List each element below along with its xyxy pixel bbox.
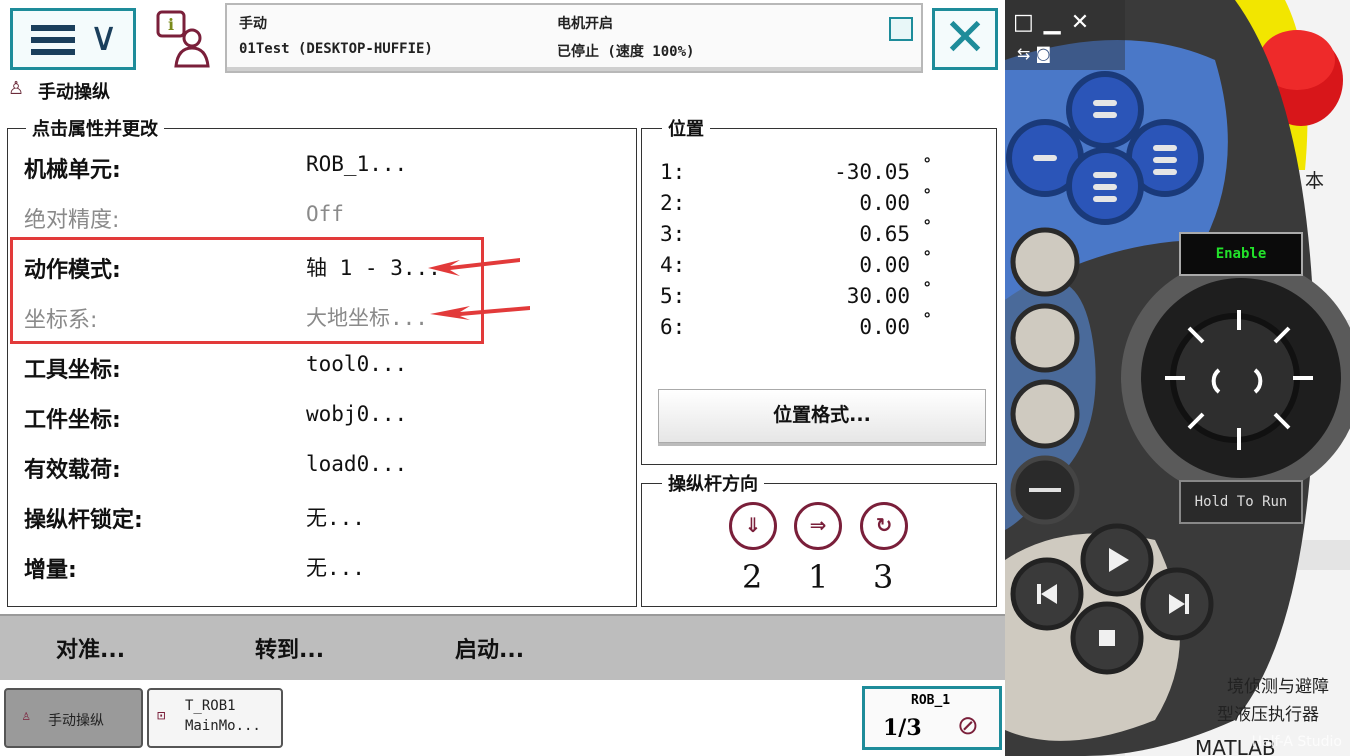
position-row: 5: 30.00 ° <box>660 278 940 314</box>
axis-value: 0.00 <box>859 315 910 339</box>
enable-button[interactable]: Enable <box>1179 232 1303 276</box>
absolute-accuracy-row: 绝对精度: Off <box>24 202 614 242</box>
annotation-arrows <box>428 258 530 320</box>
command-bar: 对准... 转到... 启动... <box>0 614 1005 680</box>
increment-row[interactable]: 增量: 无... <box>24 552 614 592</box>
program-icon: ⊡ <box>157 708 166 724</box>
motor-status-icon <box>889 17 913 41</box>
task-module: MainMo... <box>185 718 261 734</box>
direction-label: 3 <box>873 558 894 596</box>
prop-label: 工具坐标: <box>24 358 121 383</box>
flexpendant-screen: ∨ i 手动 01Test (DESKTOP-HUFFIE) 电机开启 已停止 … <box>0 0 1005 756</box>
degree-unit: ° <box>922 185 932 204</box>
axis-label: 4: <box>660 253 686 277</box>
background-text: 本 <box>1305 170 1325 192</box>
prop-label: 绝对精度: <box>24 208 120 233</box>
prop-label: 有效载荷: <box>24 458 121 483</box>
prop-value: tool0... <box>306 352 408 376</box>
mechanical-unit-row[interactable]: 机械单元: ROB_1... <box>24 152 614 192</box>
chevron-down-icon: ∨ <box>89 14 119 60</box>
highlight-box <box>10 237 484 344</box>
mech-unit-label: ROB_1 <box>911 693 951 708</box>
screen: { "header": { "mode": "手动", "controller"… <box>0 0 1350 756</box>
svg-text:i: i <box>168 15 174 34</box>
axis-value: -30.05 <box>834 160 910 184</box>
run-state: 已停止 (速度 100%) <box>557 44 695 60</box>
task-tab[interactable]: ⊡ T_ROB1 MainMo... <box>147 688 283 748</box>
close-button[interactable]: ✕ <box>932 8 998 70</box>
app-title: 手动操纵 <box>38 82 110 103</box>
work-object-row[interactable]: 工件坐标: wobj0... <box>24 402 614 442</box>
prop-value: ROB_1... <box>306 152 408 176</box>
degree-unit: ° <box>922 216 932 235</box>
prop-value: 无... <box>306 506 365 530</box>
jogging-tab[interactable]: ♙ 手动操纵 <box>4 688 143 748</box>
quickset-button[interactable]: ROB_1 1/3 ⊘ <box>862 686 1002 750</box>
increment-off-icon: ⊘ <box>957 711 979 741</box>
hold-to-run-button[interactable]: Hold To Run <box>1179 480 1303 524</box>
hamburger-icon <box>31 25 75 55</box>
payload-row[interactable]: 有效载荷: load0... <box>24 452 614 492</box>
controller-name: 01Test (DESKTOP-HUFFIE) <box>239 41 433 57</box>
prop-value: load0... <box>306 452 408 476</box>
prop-label: 操纵杆锁定: <box>24 508 143 533</box>
watermark: Half-A Studio <box>1251 734 1342 750</box>
position-legend: 位置 <box>662 115 710 141</box>
speed-fraction: 1/3 <box>883 715 922 741</box>
prop-label: 工件坐标: <box>24 408 121 433</box>
position-row: 6: 0.00 ° <box>660 309 940 345</box>
operating-mode: 手动 <box>239 16 267 32</box>
direction-label: 2 <box>742 558 763 596</box>
degree-unit: ° <box>922 309 932 328</box>
background-text: 型液压执行器 <box>1217 705 1319 725</box>
prop-value: wobj0... <box>306 402 408 426</box>
tab-label: 手动操纵 <box>48 713 104 729</box>
joystick-direction-legend: 操纵杆方向 <box>662 470 764 496</box>
axis-value: 0.00 <box>859 253 910 277</box>
prop-label: 增量: <box>24 558 77 583</box>
joystick-rotate-icon: ↻ <box>860 502 908 550</box>
abb-menu-button[interactable]: ∨ <box>10 8 136 70</box>
jogging-icon: ♙ <box>8 78 25 99</box>
tool-frame-row[interactable]: 工具坐标: tool0... <box>24 352 614 392</box>
joystick-down-icon: ⇓ <box>729 502 777 550</box>
window-controls-icon[interactable]: □▁✕ <box>1013 10 1099 35</box>
position-row: 3: 0.65 ° <box>660 216 940 252</box>
position-row: 4: 0.00 ° <box>660 247 940 283</box>
properties-legend: 点击属性并更改 <box>26 115 164 141</box>
prop-value: Off <box>306 202 344 226</box>
goto-button[interactable]: 转到... <box>255 632 324 664</box>
task-name: T_ROB1 <box>185 698 236 714</box>
axis-value: 30.00 <box>846 284 910 308</box>
axis-label: 5: <box>660 284 686 308</box>
degree-unit: ° <box>922 154 932 173</box>
status-bar[interactable]: 手动 01Test (DESKTOP-HUFFIE) 电机开启 已停止 (速度 … <box>225 3 923 73</box>
virtual-pendant-body: □▁✕ ⇆ ◙ Enable Hold To Run 本 境侦测与避障 型液压执… <box>1005 0 1350 756</box>
position-row: 2: 0.00 ° <box>660 185 940 221</box>
align-button[interactable]: 对准... <box>56 632 125 664</box>
axis-value: 0.65 <box>859 222 910 246</box>
task-bar: ♙ 手动操纵 ⊡ T_ROB1 MainMo... <box>0 680 1005 756</box>
motor-state: 电机开启 <box>557 16 613 32</box>
position-row: 1: -30.05 ° <box>660 154 940 190</box>
joystick-right-icon: ⇒ <box>794 502 842 550</box>
start-button[interactable]: 启动... <box>455 632 524 664</box>
joystick-lock-row[interactable]: 操纵杆锁定: 无... <box>24 502 614 542</box>
swap-camera-icon[interactable]: ⇆ ◙ <box>1017 44 1051 63</box>
prop-value: 无... <box>306 556 365 580</box>
degree-unit: ° <box>922 247 932 266</box>
axis-label: 1: <box>660 160 686 184</box>
direction-label: 1 <box>808 558 829 596</box>
jogging-tab-icon: ♙ <box>22 708 31 724</box>
pendant-body-graphic <box>1005 0 1350 756</box>
degree-unit: ° <box>922 278 932 297</box>
event-log-icon[interactable]: i <box>152 8 214 70</box>
axis-value: 0.00 <box>859 191 910 215</box>
axis-label: 2: <box>660 191 686 215</box>
axis-label: 3: <box>660 222 686 246</box>
axis-label: 6: <box>660 315 686 339</box>
prop-label: 机械单元: <box>24 158 121 183</box>
position-format-button[interactable]: 位置格式... <box>658 389 986 443</box>
background-text: 境侦测与避障 <box>1227 677 1329 697</box>
